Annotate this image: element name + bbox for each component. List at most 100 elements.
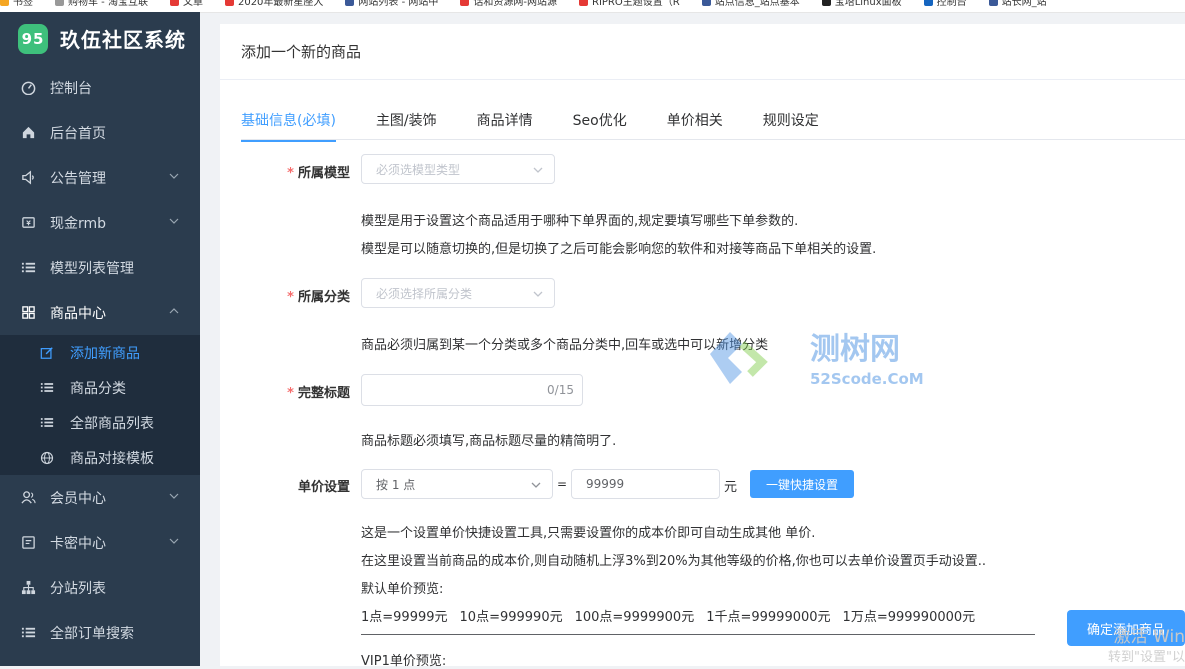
sidebar-item-label: 公告管理 [50, 170, 106, 187]
sidebar-item-label: 模型列表管理 [50, 260, 134, 277]
price-preview-item: 1万点=999990000元 [842, 610, 976, 625]
bookmark-item[interactable]: 购物车 - 淘宝互联 [55, 0, 148, 8]
bookmark-label: 书签 [13, 0, 33, 8]
bookmark-item[interactable]: 书签 [0, 0, 33, 8]
quick-set-button[interactable]: 一键快捷设置 [750, 470, 854, 498]
bookmark-label: 购物车 - 淘宝互联 [68, 0, 148, 8]
category-select-placeholder: 必须选择所属分类 [376, 286, 473, 301]
chevron-down-icon [533, 291, 543, 297]
submenu-item-label: 商品对接模板 [70, 450, 154, 467]
price-value-input[interactable]: 99999 [571, 469, 720, 499]
chevron-down-icon [531, 482, 541, 488]
windows-activate-notice: 激活 Win [1113, 627, 1185, 647]
submenu-item[interactable]: 添加新商品 [0, 335, 200, 370]
sidebar-item[interactable]: 控制台 [0, 65, 200, 110]
equals-sign: = [557, 477, 568, 491]
sidebar-item[interactable]: 模型列表管理 [0, 245, 200, 290]
sidebar-item[interactable]: 分站列表 [0, 565, 200, 610]
model-select-placeholder: 必须选模型类型 [376, 162, 461, 177]
bookmark-item[interactable]: 2020年最新星座大 [224, 0, 323, 8]
page-title: 添加一个新的商品 [220, 24, 1185, 80]
bookmark-label: RIPRO主题设置（R [592, 0, 680, 8]
bookmark-label: 话和资源网-网站源 [473, 0, 557, 8]
bookmark-item[interactable]: 控制台 [923, 0, 967, 8]
bookmark-label: 控制台 [936, 0, 967, 8]
sidebar-item[interactable]: 后台首页 [0, 110, 200, 155]
sidebar-item[interactable]: 商品中心 [0, 290, 200, 335]
bookmark-favicon-icon [55, 0, 64, 6]
required-mark: * [287, 166, 294, 181]
submenu-item-label: 商品分类 [70, 380, 126, 397]
submenu-product-center: 添加新商品商品分类全部商品列表 商品对接模板 [0, 335, 200, 475]
chevron-down-icon [169, 218, 179, 224]
sitemap-icon [20, 580, 36, 596]
logo[interactable]: 95 玖伍社区系统 [0, 12, 200, 65]
globe-icon [40, 451, 54, 465]
submenu-item[interactable]: 商品对接模板 [0, 440, 200, 475]
bookmark-label: 站点信息_站点基本 [714, 0, 800, 8]
bookmark-item[interactable]: 网站列表 - 网站中 [345, 0, 438, 8]
preview-divider [361, 634, 1035, 635]
bookmark-label: 宝塔Linux面板 [834, 0, 902, 8]
bookmark-favicon-icon [701, 0, 711, 6]
tab-item[interactable]: 基础信息(必填) [241, 110, 336, 142]
card-icon [20, 535, 36, 551]
bookmark-item[interactable]: RIPRO主题设置（R [579, 0, 680, 8]
model-help-2: 模型是可以随意切换的,但是切换了之后可能会影响您的软件和对接等商品下单相关的设置… [361, 242, 877, 257]
bookmark-favicon-icon [821, 0, 831, 6]
bookmark-item[interactable]: 话和资源网-网站源 [460, 0, 557, 8]
bookmark-label: 站长网_站 [1001, 0, 1047, 8]
users-icon [20, 490, 36, 506]
list-icon [40, 381, 54, 395]
main-card: 添加一个新的商品 基础信息(必填) 主图/装饰 商品详情 Seo优化 单价相关 规则设定 … [220, 24, 1185, 669]
title-label: * 完整标题 [287, 386, 350, 401]
sidebar-item-label: 后台首页 [50, 125, 106, 142]
bookmark-favicon-icon [169, 0, 179, 6]
tab-item[interactable]: 单价相关 [667, 110, 723, 140]
sidebar-item[interactable]: 全部订单搜索 [0, 610, 200, 655]
bookmark-item[interactable]: 宝塔Linux面板 [821, 0, 902, 8]
cash-icon [20, 215, 36, 231]
home-icon [20, 125, 36, 141]
list-icon [20, 260, 36, 276]
chevron-down-icon [533, 167, 543, 173]
tab-item[interactable]: 规则设定 [763, 110, 819, 140]
bookmark-item[interactable]: 站长网_站 [988, 0, 1047, 8]
tab-divider [241, 139, 1185, 140]
price-help-2: 在这里设置当前商品的成本价,则自动随机上浮3%到20%为其他等级的价格,你也可以… [361, 554, 987, 569]
app-title: 玖伍社区系统 [60, 28, 186, 52]
submenu-item-label: 全部商品列表 [70, 415, 154, 432]
model-label: * 所属模型 [287, 166, 350, 181]
chevron-down-icon [169, 538, 179, 544]
bookmark-favicon-icon [224, 0, 234, 6]
price-value: 99999 [586, 477, 625, 491]
sidebar-item[interactable]: 公告管理 [0, 155, 200, 200]
watermark-logo: 测树网 52Scode.CoM [710, 332, 924, 388]
logo-badge: 95 [18, 23, 48, 54]
bookmark-item[interactable]: 站点信息_站点基本 [701, 0, 800, 8]
grid-icon [20, 305, 36, 321]
model-select[interactable]: 必须选模型类型 [361, 154, 555, 184]
sidebar-item-label: 全部订单搜索 [50, 625, 134, 642]
submenu-item-label: 添加新商品 [70, 345, 140, 362]
sidebar-item[interactable]: 会员中心 [0, 475, 200, 520]
price-unit-select[interactable]: 按 1 点 [361, 469, 553, 499]
tab-item[interactable]: 商品详情 [477, 110, 533, 140]
list-icon [40, 416, 54, 430]
sidebar-item[interactable]: 现金rmb [0, 200, 200, 245]
title-input[interactable]: 0/15 [361, 374, 583, 406]
submenu-item[interactable]: 商品分类 [0, 370, 200, 405]
bookmark-favicon-icon [579, 0, 588, 6]
bookmark-item[interactable]: 文章 [169, 0, 203, 8]
category-select[interactable]: 必须选择所属分类 [361, 278, 555, 308]
tab-item[interactable]: 主图/装饰 [376, 110, 437, 140]
bookmark-favicon-icon [923, 0, 933, 6]
tab-item[interactable]: Seo优化 [573, 110, 627, 140]
price-preview-item: 1千点=99999000元 [706, 610, 831, 625]
submenu-item[interactable]: 全部商品列表 [0, 405, 200, 440]
sidebar-item[interactable]: 卡密中心 [0, 520, 200, 565]
windows-activate-hint: 转到"设置"以 [1108, 650, 1185, 665]
tab-bar: 基础信息(必填) 主图/装饰 商品详情 Seo优化 单价相关 规则设定 [241, 110, 859, 142]
sidebar-item-label: 现金rmb [50, 215, 107, 232]
price-preview-row: 1点=99999元 10点=999990元 100点=9999900元 1千点=999… [361, 606, 987, 625]
